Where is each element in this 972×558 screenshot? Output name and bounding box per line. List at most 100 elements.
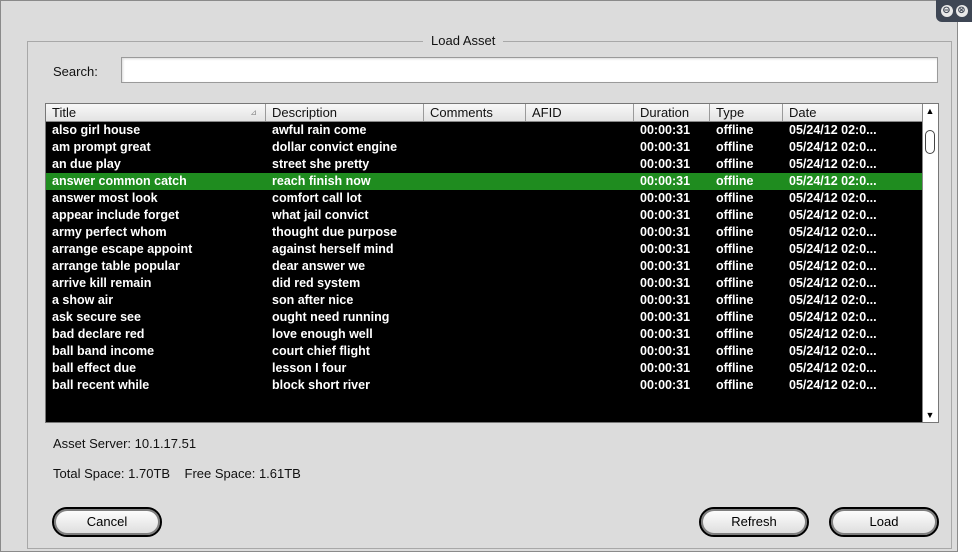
load-button[interactable]: Load	[829, 507, 939, 537]
scroll-up-arrow-icon[interactable]: ▲	[925, 106, 935, 116]
cell-title: ball band income	[52, 344, 155, 358]
scroll-down-arrow-icon[interactable]: ▼	[925, 410, 935, 420]
cell-title: a show air	[52, 293, 114, 307]
close-icon[interactable]: ⊗	[955, 5, 968, 17]
cell-duration: 00:00:31	[640, 327, 691, 341]
table-row[interactable]: also girl house awful rain come 00:00:31 of…	[46, 122, 924, 139]
cell-afid	[526, 241, 634, 258]
cell-duration: 00:00:31	[640, 242, 691, 256]
cell-date: 05/24/12 02:0...	[789, 378, 877, 392]
cell-description: what jail convict	[272, 208, 369, 222]
table-row[interactable]: ball recent while block short river 00:00:…	[46, 377, 924, 394]
cell-title: answer most look	[52, 191, 158, 205]
table-header: Title ⊿ Description Comments AFID Duratio…	[46, 104, 924, 122]
table-row[interactable]: ball band income court chief flight 00:00:…	[46, 343, 924, 360]
search-input[interactable]	[121, 57, 938, 83]
table-row[interactable]: army perfect whom thought due purpose 00:0…	[46, 224, 924, 241]
cell-date: 05/24/12 02:0...	[789, 174, 877, 188]
load-asset-dialog: Load Asset Search: Title ⊿ Description Co…	[0, 0, 958, 552]
cell-duration: 00:00:31	[640, 259, 691, 273]
cell-duration: 00:00:31	[640, 344, 691, 358]
cell-duration: 00:00:31	[640, 191, 691, 205]
cell-title: army perfect whom	[52, 225, 167, 239]
cell-comments	[424, 292, 526, 309]
cell-description: reach finish now	[272, 174, 371, 188]
cell-description: street she pretty	[272, 157, 370, 171]
cell-type: offline	[716, 208, 754, 222]
dialog-title: Load Asset	[423, 33, 504, 48]
table-row[interactable]: ball effect due lesson I four 00:00:31 offl…	[46, 360, 924, 377]
cell-date: 05/24/12 02:0...	[789, 259, 877, 273]
cell-afid	[526, 122, 634, 139]
cell-afid	[526, 173, 634, 190]
cell-type: offline	[716, 242, 754, 256]
cell-comments	[424, 122, 526, 139]
cancel-button[interactable]: Cancel	[52, 507, 162, 537]
cell-type: offline	[716, 140, 754, 154]
cell-type: offline	[716, 327, 754, 341]
table-row[interactable]: a show air son after nice 00:00:31 offline 0…	[46, 292, 924, 309]
cell-date: 05/24/12 02:0...	[789, 140, 877, 154]
cell-afid	[526, 207, 634, 224]
cell-duration: 00:00:31	[640, 123, 691, 137]
cell-afid	[526, 258, 634, 275]
cell-duration: 00:00:31	[640, 310, 691, 324]
cell-duration: 00:00:31	[640, 174, 691, 188]
cell-title: arrange table popular	[52, 259, 180, 273]
cell-comments	[424, 241, 526, 258]
cell-afid	[526, 156, 634, 173]
cell-comments	[424, 360, 526, 377]
cell-type: offline	[716, 259, 754, 273]
vertical-scrollbar[interactable]: ▲ ▼	[922, 104, 938, 422]
cell-date: 05/24/12 02:0...	[789, 225, 877, 239]
table-row[interactable]: am prompt great dollar convict engine 00:0…	[46, 139, 924, 156]
table-row[interactable]: arrange table popular dear answer we 00:00…	[46, 258, 924, 275]
cell-afid	[526, 309, 634, 326]
cell-date: 05/24/12 02:0...	[789, 344, 877, 358]
cell-afid	[526, 377, 634, 394]
table-row[interactable]: arrange escape appoint against herself mi…	[46, 241, 924, 258]
refresh-button[interactable]: Refresh	[699, 507, 809, 537]
cell-title: arrange escape appoint	[52, 242, 193, 256]
minimize-icon[interactable]: ⊖	[940, 5, 953, 17]
cell-description: son after nice	[272, 293, 354, 307]
column-header-title[interactable]: Title ⊿	[46, 104, 266, 121]
scroll-thumb[interactable]	[925, 130, 935, 154]
table-row[interactable]: appear include forget what jail convict 00…	[46, 207, 924, 224]
cell-date: 05/24/12 02:0...	[789, 157, 877, 171]
cell-duration: 00:00:31	[640, 208, 691, 222]
table-row[interactable]: ask secure see ought need running 00:00:31…	[46, 309, 924, 326]
cell-title: bad declare red	[52, 327, 145, 341]
cell-type: offline	[716, 344, 754, 358]
cell-comments	[424, 258, 526, 275]
cell-afid	[526, 292, 634, 309]
table-row[interactable]: bad declare red love enough well 00:00:31 o…	[46, 326, 924, 343]
cell-comments	[424, 377, 526, 394]
cell-comments	[424, 207, 526, 224]
cell-type: offline	[716, 293, 754, 307]
window-controls: ⊖ ⊗	[936, 0, 972, 22]
table-row[interactable]: answer most look comfort call lot 00:00:31…	[46, 190, 924, 207]
cell-description: dear answer we	[272, 259, 366, 273]
cell-description: thought due purpose	[272, 225, 397, 239]
table-row[interactable]: arrive kill remain did red system 00:00:31…	[46, 275, 924, 292]
table-row[interactable]: an due play street she pretty 00:00:31 offl…	[46, 156, 924, 173]
cell-description: block short river	[272, 378, 370, 392]
cell-date: 05/24/12 02:0...	[789, 310, 877, 324]
cell-title: am prompt great	[52, 140, 151, 154]
column-header-description[interactable]: Description	[266, 104, 424, 121]
column-header-comments[interactable]: Comments	[424, 104, 526, 121]
cell-type: offline	[716, 276, 754, 290]
column-header-afid[interactable]: AFID	[526, 104, 634, 121]
column-header-date[interactable]: Date	[783, 104, 924, 121]
cell-description: ought need running	[272, 310, 390, 324]
column-header-type[interactable]: Type	[710, 104, 783, 121]
cell-duration: 00:00:31	[640, 361, 691, 375]
cell-type: offline	[716, 310, 754, 324]
cell-afid	[526, 360, 634, 377]
table-row[interactable]: answer common catch reach finish now 00:00…	[46, 173, 924, 190]
cell-duration: 00:00:31	[640, 157, 691, 171]
column-header-duration[interactable]: Duration	[634, 104, 710, 121]
cell-description: lesson I four	[272, 361, 347, 375]
cell-comments	[424, 309, 526, 326]
